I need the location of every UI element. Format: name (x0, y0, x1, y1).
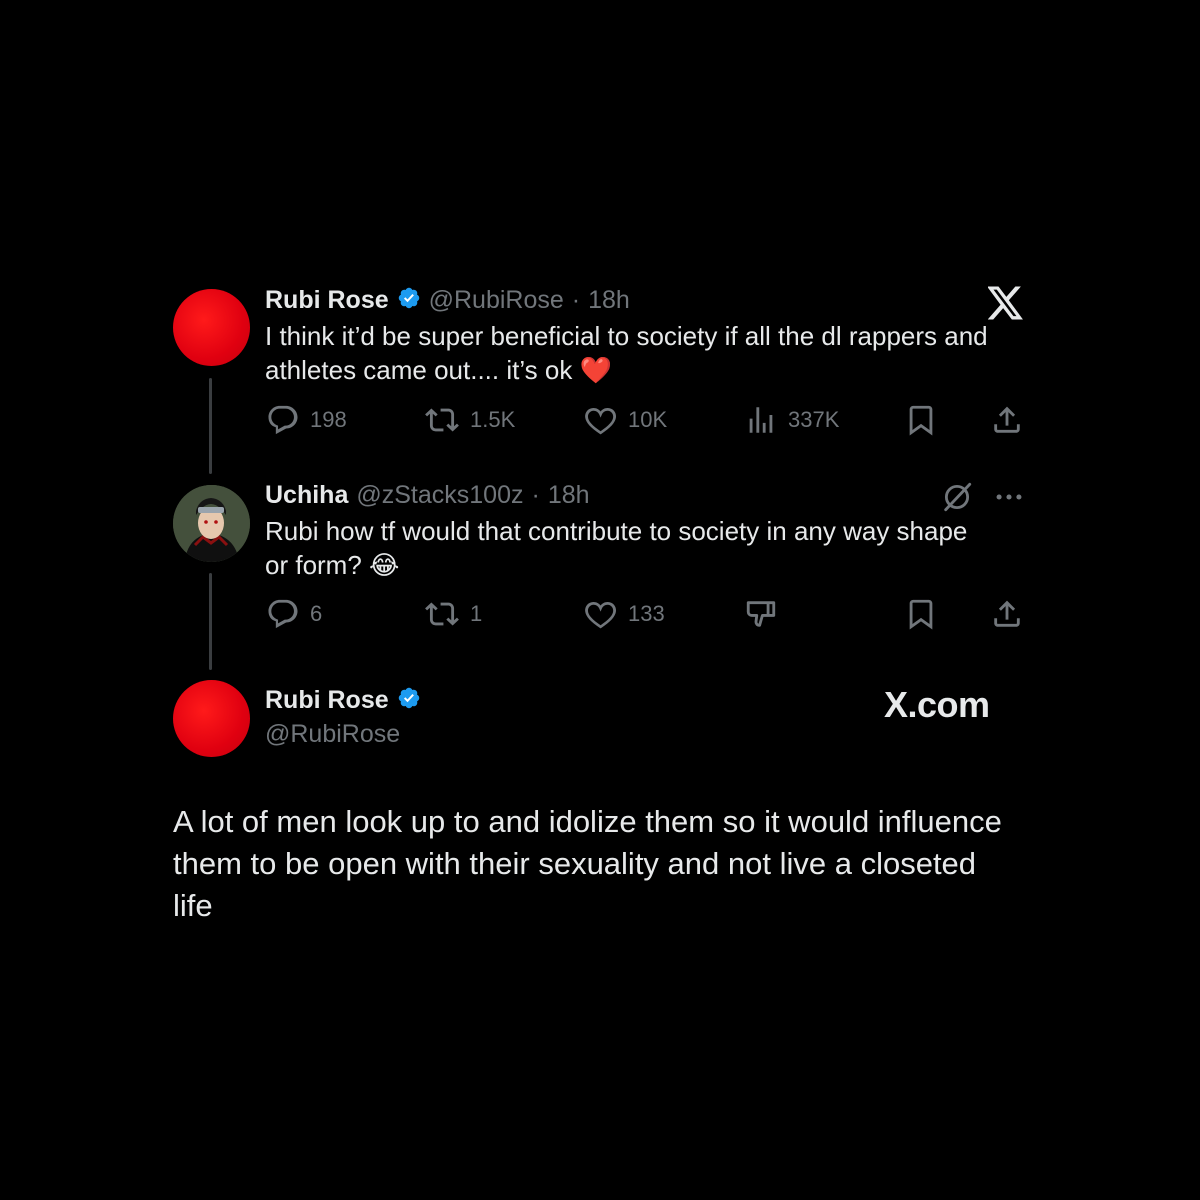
thread-line-1 (209, 378, 212, 474)
verified-badge-icon (397, 686, 421, 715)
tweet-time[interactable]: 18h (548, 481, 590, 510)
author-name[interactable]: Uchiha (265, 481, 348, 510)
author-name[interactable]: Rubi Rose (265, 286, 389, 315)
tweet3-text: A lot of men look up to and idolize them… (173, 801, 1073, 927)
reply-icon (266, 597, 300, 631)
reply-count: 6 (310, 601, 323, 626)
tweet3-text-line3: life (173, 888, 213, 923)
views-icon (744, 403, 778, 437)
tweet1-text-line1: I think it’d be super beneficial to soci… (265, 321, 988, 351)
tweet2-text-line1: Rubi how tf would that contribute to soc… (265, 516, 968, 546)
tweet1-text-line2-wrap: athletes came out.... it’s ok ❤️ (265, 353, 1065, 387)
avatar-uchiha-image (173, 485, 250, 562)
bookmark-icon[interactable] (904, 597, 938, 636)
heart-emoji: ❤️ (579, 355, 612, 385)
avatar-rubi-rose[interactable] (173, 289, 250, 366)
like-icon (584, 403, 618, 437)
repost-icon (424, 597, 460, 631)
laughing-emoji: 😂 (369, 550, 400, 580)
separator-dot: · (531, 481, 540, 509)
repost-button[interactable]: 1.5K (424, 403, 515, 437)
avatar-rubi-rose[interactable] (173, 680, 250, 757)
views-count: 337K (788, 407, 840, 432)
verified-badge-icon (397, 286, 421, 315)
tweet1-header: Rubi Rose @RubiRose · 18h (265, 286, 630, 315)
tweet1-text-line2: athletes came out.... it’s ok (265, 355, 573, 385)
tweet2-text-line2: or form? (265, 550, 362, 580)
tweet2-text-line2-wrap: or form? 😂 (265, 548, 1045, 582)
author-handle[interactable]: @RubiRose (429, 286, 564, 315)
views-button[interactable]: 337K (744, 403, 839, 437)
tweet2-text: Rubi how tf would that contribute to soc… (265, 514, 1045, 582)
like-icon (584, 597, 618, 631)
repost-button[interactable]: 1 (424, 597, 482, 631)
like-count: 133 (628, 601, 665, 626)
reply-icon (266, 403, 300, 437)
tweet2-header: Uchiha @zStacks100z · 18h (265, 481, 590, 510)
repost-count: 1.5K (470, 407, 516, 432)
tweet3-text-line1: A lot of men look up to and idolize them… (173, 804, 1002, 839)
separator-dot: · (571, 286, 581, 314)
like-count: 10K (628, 407, 668, 432)
tweet1-text: I think it’d be super beneficial to soci… (265, 319, 1065, 387)
like-button[interactable]: 133 (584, 597, 665, 631)
x-com-brand: X.com (884, 684, 990, 726)
reply-button[interactable]: 198 (266, 403, 347, 437)
bookmark-icon[interactable] (904, 403, 938, 442)
author-name[interactable]: Rubi Rose (265, 686, 389, 715)
repost-count: 1 (470, 601, 483, 626)
like-button[interactable]: 10K (584, 403, 667, 437)
author-handle[interactable]: @RubiRose (265, 720, 400, 749)
avatar-uchiha[interactable] (173, 485, 250, 562)
repost-icon (424, 403, 460, 437)
downvote-icon[interactable] (744, 597, 778, 636)
author-handle[interactable]: @zStacks100z (356, 481, 523, 510)
reply-button[interactable]: 6 (266, 597, 322, 631)
tweet3-header: Rubi Rose (265, 686, 421, 715)
share-icon[interactable] (990, 597, 1024, 636)
reply-count: 198 (310, 407, 347, 432)
tweet-time[interactable]: 18h (588, 286, 630, 315)
thread-line-2 (209, 573, 212, 670)
x-com-label: X.com (884, 684, 990, 725)
share-icon[interactable] (990, 403, 1024, 442)
tweet3-text-line2: them to be open with their sexuality and… (173, 846, 977, 881)
